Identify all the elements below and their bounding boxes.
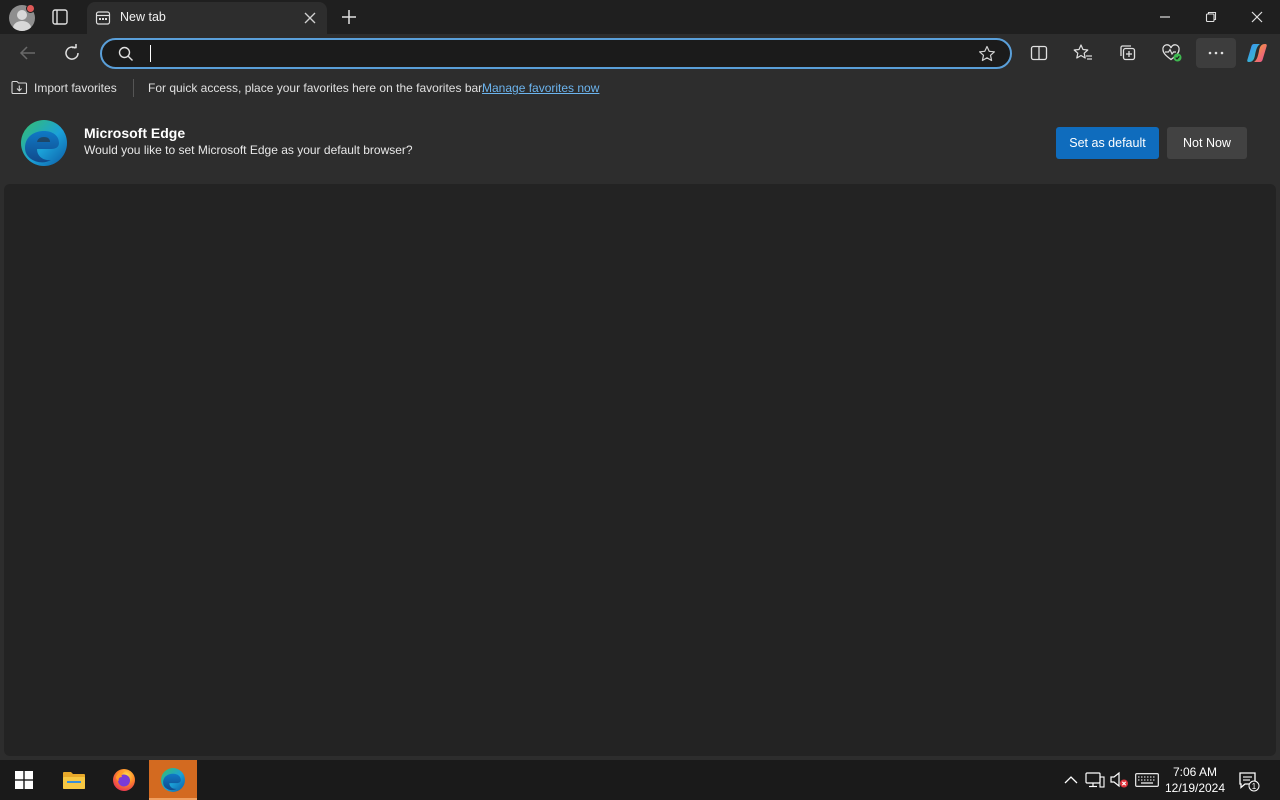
import-favorites-label: Import favorites — [34, 80, 117, 95]
folder-icon — [63, 772, 85, 789]
refresh-button[interactable] — [60, 41, 84, 65]
notification-count: 1 — [1252, 782, 1257, 791]
clock-date: 12/19/2024 — [1164, 781, 1226, 795]
file-explorer-taskbar-button[interactable] — [50, 760, 98, 800]
close-icon[interactable] — [303, 11, 317, 25]
page-content-frame — [0, 182, 1280, 760]
chevron-up-icon — [1064, 776, 1078, 784]
close-window-button[interactable] — [1234, 0, 1280, 34]
copilot-icon — [1247, 44, 1267, 62]
set-as-default-button[interactable]: Set as default — [1056, 127, 1159, 159]
collections-button[interactable] — [1116, 41, 1140, 65]
windows-logo-icon — [15, 771, 33, 789]
address-bar[interactable] — [100, 38, 1012, 69]
touch-keyboard-button[interactable] — [1135, 770, 1159, 790]
default-browser-banner: Microsoft Edge Would you like to set Mic… — [0, 104, 1280, 182]
back-arrow-icon — [19, 46, 35, 60]
more-button[interactable] — [1196, 38, 1236, 68]
notification-icon: 1 — [1239, 772, 1260, 792]
search-icon — [118, 46, 134, 62]
taskbar: 7:06 AM 12/19/2024 1 — [0, 760, 1280, 800]
profile-notification-dot — [26, 4, 35, 13]
manage-favorites-link[interactable]: Manage favorites now — [482, 81, 599, 95]
back-button[interactable] — [16, 41, 40, 65]
network-icon — [1085, 772, 1105, 788]
tab-title: New tab — [120, 10, 166, 24]
split-screen-button[interactable] — [1027, 41, 1051, 65]
text-caret — [150, 45, 151, 62]
edge-icon — [161, 768, 185, 792]
notifications-button[interactable]: 1 — [1238, 770, 1260, 792]
start-button[interactable] — [0, 760, 48, 800]
restore-button[interactable] — [1188, 0, 1234, 34]
not-now-button[interactable]: Not Now — [1167, 127, 1247, 159]
refresh-icon — [65, 44, 79, 60]
favorites-hint: For quick access, place your favorites h… — [148, 81, 485, 95]
plus-icon — [342, 10, 356, 24]
favorites-button[interactable] — [1071, 41, 1095, 65]
new-tab-button[interactable] — [339, 7, 359, 27]
favorites-divider — [133, 79, 134, 97]
edge-taskbar-button[interactable] — [149, 760, 197, 800]
browser-toolbar — [0, 34, 1280, 72]
tab-strip: New tab — [0, 0, 1280, 34]
show-hidden-icons-button[interactable] — [1061, 770, 1081, 790]
firefox-icon — [113, 769, 135, 791]
restore-icon — [1205, 11, 1217, 23]
firefox-taskbar-button[interactable] — [100, 760, 148, 800]
import-favorites-icon — [11, 80, 28, 95]
close-icon — [1251, 11, 1263, 23]
tab-new-tab[interactable]: New tab — [87, 2, 327, 34]
clock-button[interactable]: 7:06 AM 12/19/2024 — [1160, 764, 1230, 796]
star-icon[interactable] — [978, 45, 996, 63]
more-icon — [1208, 51, 1224, 55]
minimize-button[interactable] — [1142, 0, 1188, 34]
split-screen-icon — [1030, 45, 1048, 61]
new-tab-page-icon — [95, 10, 111, 26]
page-content[interactable] — [4, 184, 1276, 756]
clock-time: 7:06 AM — [1172, 765, 1218, 779]
volume-muted-icon — [1110, 771, 1128, 788]
copilot-button[interactable] — [1245, 41, 1269, 65]
keyboard-icon — [1135, 773, 1159, 787]
browser-essentials-icon — [1162, 44, 1182, 62]
banner-title: Microsoft Edge — [84, 125, 186, 141]
edge-logo-icon — [19, 118, 69, 168]
tab-actions-icon[interactable] — [48, 6, 72, 28]
browser-essentials-button[interactable] — [1160, 41, 1184, 65]
minimize-icon — [1160, 16, 1170, 18]
address-input[interactable] — [146, 43, 966, 65]
favorites-bar: Import favorites For quick access, place… — [0, 72, 1280, 104]
favorites-icon — [1073, 44, 1092, 60]
import-favorites-button[interactable]: Import favorites — [11, 80, 117, 95]
banner-message: Would you like to set Microsoft Edge as … — [84, 143, 413, 157]
collections-icon — [1120, 45, 1136, 61]
volume-tray-button[interactable] — [1109, 770, 1129, 790]
network-tray-button[interactable] — [1085, 770, 1105, 790]
